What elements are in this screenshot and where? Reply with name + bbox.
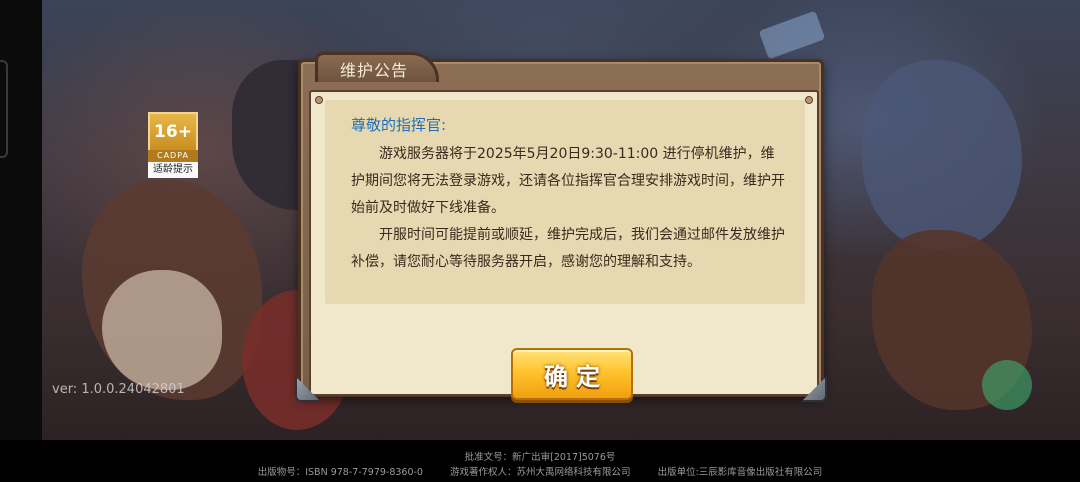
maintenance-dialog: 维护公告 尊敬的指挥官: 游戏服务器将于2025年5月20日9:30-11:00… [295, 52, 827, 402]
confirm-button[interactable]: 确定 [511, 348, 633, 400]
background-character [102, 270, 222, 390]
left-edge-strip [0, 0, 42, 440]
age-rating-org: CADPA [148, 150, 198, 162]
notice-paragraph: 游戏服务器将于2025年5月20日9:30-11:00 进行停机维护，维护期间您… [351, 146, 785, 216]
dialog-title-tab: 维护公告 [315, 52, 439, 82]
dialog-frame: 维护公告 尊敬的指挥官: 游戏服务器将于2025年5月20日9:30-11:00… [295, 52, 827, 402]
age-rating-value: 16+ [148, 112, 198, 150]
dialog-body: 尊敬的指挥官: 游戏服务器将于2025年5月20日9:30-11:00 进行停机… [309, 90, 819, 400]
age-rating-label: 适龄提示 [148, 162, 198, 178]
notice-text-box: 尊敬的指挥官: 游戏服务器将于2025年5月20日9:30-11:00 进行停机… [325, 100, 805, 304]
notice-greeting: 尊敬的指挥官: [351, 116, 447, 134]
publishing-footer: 批准文号：新广出审[2017]5076号 出版物号：ISBN 978-7-797… [0, 440, 1080, 482]
version-label: ver: 1.0.0.24042801 [52, 382, 185, 397]
copyright-owner: 游戏著作权人：苏州大禹网络科技有限公司 [450, 467, 631, 478]
footer-line-2: 出版物号：ISBN 978-7-7979-8360-0 游戏著作权人：苏州大禹网… [0, 464, 1080, 478]
age-rating-badge[interactable]: 16+ CADPA 适龄提示 [148, 112, 198, 178]
background-glow [982, 360, 1032, 410]
isbn-text: 出版物号：ISBN 978-7-7979-8360-0 [257, 467, 423, 478]
notice-paragraph: 开服时间可能提前或顺延，维护完成后，我们会通过邮件发放维护补偿，请您耐心等待服务… [351, 227, 785, 270]
background-weapon [758, 10, 826, 60]
dialog-title: 维护公告 [340, 60, 409, 80]
confirm-button-label: 确定 [544, 362, 608, 391]
side-handle [0, 60, 8, 158]
rivet [315, 96, 323, 104]
publisher-text: 出版单位:三辰影库音像出版社有限公司 [657, 467, 823, 478]
background-character [862, 60, 1022, 250]
rivet [805, 96, 813, 104]
approval-number: 批准文号：新广出审[2017]5076号 [464, 452, 616, 463]
